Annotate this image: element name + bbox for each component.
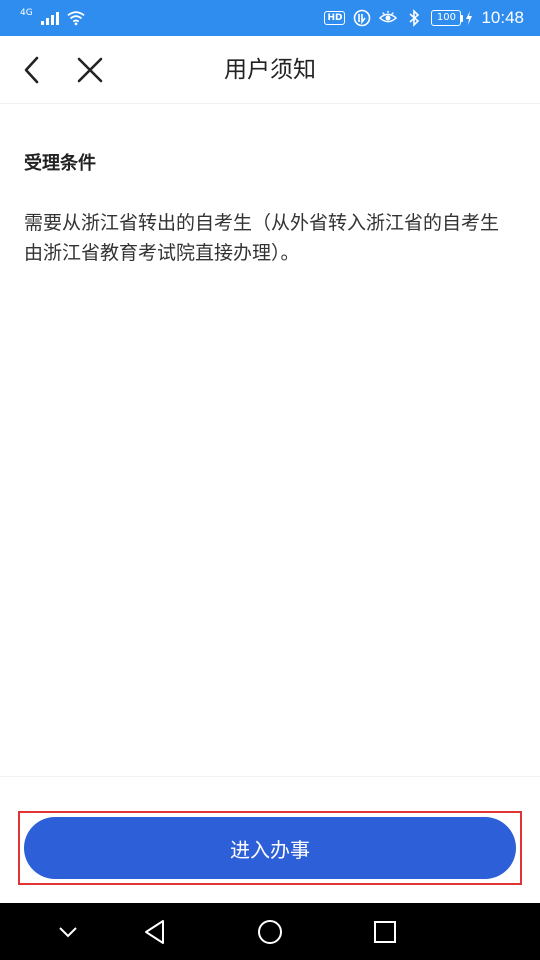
chevron-left-icon bbox=[24, 56, 39, 84]
clock: 10:48 bbox=[481, 8, 524, 27]
close-button[interactable] bbox=[72, 52, 108, 88]
action-highlight-frame: 进入办事 bbox=[18, 811, 522, 885]
signal-icon bbox=[40, 11, 59, 25]
recents-square-icon bbox=[374, 921, 396, 943]
home-circle-icon bbox=[258, 920, 282, 944]
status-bar: 4G HD 100 10:48 bbox=[0, 0, 540, 36]
chevron-down-icon bbox=[59, 927, 77, 938]
data-saver-icon bbox=[353, 9, 371, 27]
title-bar: 用户须知 bbox=[0, 36, 540, 104]
status-right: HD 100 10:48 bbox=[324, 8, 524, 28]
wifi-icon bbox=[67, 9, 85, 27]
battery-icon: 100 bbox=[431, 10, 473, 26]
bottom-action-bar: 进入办事 bbox=[0, 776, 540, 903]
section-title: 受理条件 bbox=[24, 153, 96, 174]
nav-back-button[interactable] bbox=[140, 917, 170, 947]
back-triangle-icon bbox=[145, 920, 164, 944]
hd-icon: HD bbox=[324, 11, 346, 25]
eye-icon bbox=[379, 9, 398, 27]
battery-level: 100 bbox=[431, 10, 462, 26]
back-button[interactable] bbox=[14, 52, 50, 88]
nav-home-button[interactable] bbox=[255, 917, 285, 947]
network-type: 4G bbox=[20, 8, 33, 18]
bluetooth-icon bbox=[405, 9, 423, 27]
nav-recents-button[interactable] bbox=[370, 917, 400, 947]
enter-service-button[interactable]: 进入办事 bbox=[24, 817, 516, 879]
section-body: 需要从浙江省转出的自考生（从外省转入浙江省的自考生由浙江省教育考试院直接办理）。 bbox=[24, 212, 500, 264]
nav-hide-button[interactable] bbox=[53, 917, 83, 947]
close-icon bbox=[77, 57, 103, 83]
charging-icon bbox=[466, 11, 473, 25]
system-nav-bar bbox=[0, 903, 540, 960]
status-left: 4G bbox=[20, 8, 85, 27]
notice-content: 受理条件 需要从浙江省转出的自考生（从外省转入浙江省的自考生由浙江省教育考试院直… bbox=[24, 104, 516, 268]
